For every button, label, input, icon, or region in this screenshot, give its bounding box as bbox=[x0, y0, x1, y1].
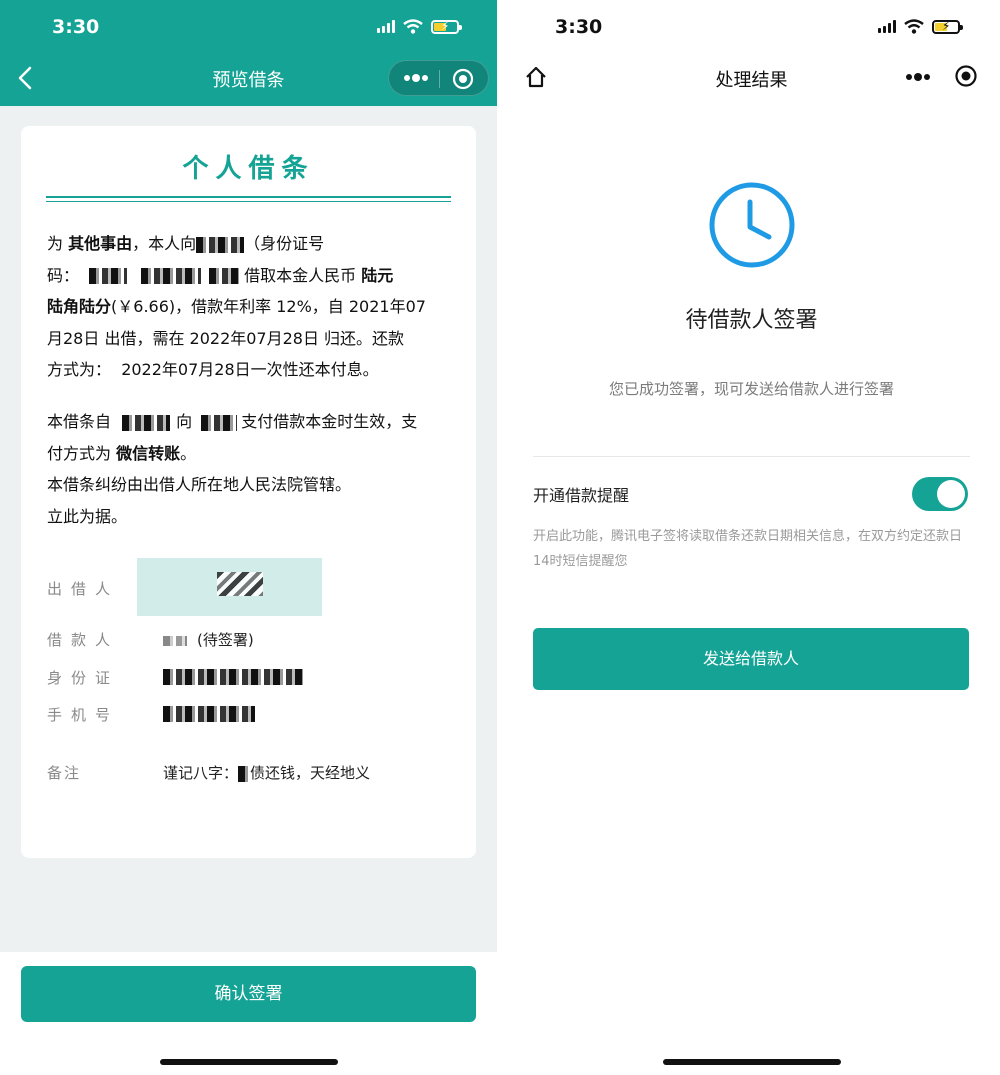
clock-icon bbox=[709, 182, 795, 268]
iou-paragraph-2: 本借条自 向 支付借款本金时生效，支 付方式为 微信转账。 本借条纠纷由出借人所… bbox=[47, 412, 418, 526]
iou-document: 个人借条 为 其他事由，本人向 （身份证号 码： 借取本金人民币 陆元 陆角陆分(… bbox=[21, 126, 476, 858]
iou-paragraph-1: 为 其他事由，本人向 （身份证号 码： 借取本金人民币 陆元 陆角陆分(￥6.66… bbox=[47, 234, 426, 379]
wifi-icon bbox=[403, 19, 423, 34]
signal-icon bbox=[377, 20, 395, 33]
target-icon[interactable] bbox=[954, 64, 978, 88]
miniprogram-capsule bbox=[388, 60, 489, 96]
right-phone-screen: 3:30 ⚡ 处理结果 待借款人签署 您已成功签署，现可发送给借款人进行签署 开… bbox=[503, 0, 1000, 1075]
lender-signature bbox=[137, 558, 322, 616]
reminder-toggle-label: 开通借款提醒 bbox=[533, 486, 630, 505]
nav-bar: 处理结果 bbox=[503, 56, 1000, 100]
signal-icon bbox=[878, 20, 896, 33]
result-title: 待借款人签署 bbox=[685, 308, 818, 333]
section-divider bbox=[533, 456, 970, 457]
status-time: 3:30 bbox=[52, 16, 100, 38]
target-icon[interactable] bbox=[452, 68, 474, 90]
status-time: 3:30 bbox=[555, 16, 603, 38]
reminder-toggle[interactable] bbox=[912, 477, 968, 511]
result-description: 您已成功签署，现可发送给借款人进行签署 bbox=[608, 380, 894, 398]
status-bar: 3:30 ⚡ bbox=[0, 0, 497, 56]
home-indicator bbox=[663, 1059, 841, 1065]
confirm-sign-button[interactable]: 确认签署 bbox=[21, 966, 476, 1022]
left-phone-screen: 3:30 ⚡ 预览借条 个人借条 为 其他事由，本人向 （身份证号 码： 借取本… bbox=[0, 0, 497, 1075]
bottom-action-bar: 确认签署 bbox=[0, 952, 497, 1075]
reminder-description: 开启此功能，腾讯电子签将读取借条还款日期相关信息，在双方约定还款日14时短信提醒… bbox=[533, 529, 963, 569]
home-indicator bbox=[160, 1059, 338, 1065]
wifi-icon bbox=[904, 19, 924, 34]
document-title: 个人借条 bbox=[182, 154, 315, 184]
nav-bar: 预览借条 bbox=[0, 56, 497, 100]
status-bar: 3:30 ⚡ bbox=[503, 0, 1000, 56]
more-dots-icon[interactable] bbox=[905, 69, 931, 85]
battery-icon: ⚡ bbox=[431, 19, 462, 34]
send-to-borrower-button[interactable]: 发送给借款人 bbox=[533, 628, 969, 690]
more-dots-icon[interactable] bbox=[403, 70, 429, 86]
battery-icon: ⚡ bbox=[932, 19, 963, 34]
